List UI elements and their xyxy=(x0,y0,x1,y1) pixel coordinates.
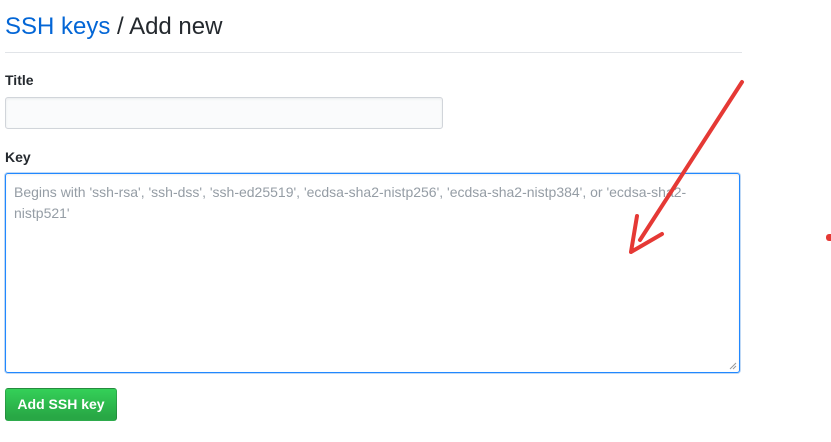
breadcrumb-current: Add new xyxy=(129,13,223,40)
title-input[interactable] xyxy=(5,97,443,129)
red-edge-mark xyxy=(826,234,831,241)
breadcrumb-separator: / xyxy=(117,13,124,40)
add-ssh-key-button[interactable]: Add SSH key xyxy=(5,388,117,421)
key-textarea[interactable]: Begins with 'ssh-rsa', 'ssh-dss', 'ssh-e… xyxy=(5,173,740,373)
breadcrumb-ssh-keys-link[interactable]: SSH keys xyxy=(5,13,110,40)
resize-grip-icon[interactable] xyxy=(729,362,737,370)
header-divider xyxy=(5,52,742,53)
title-label: Title xyxy=(5,72,34,88)
page-title: SSH keys / Add new xyxy=(5,12,222,42)
add-ssh-key-page: SSH keys / Add new Title Key Begins with… xyxy=(0,0,831,442)
key-label: Key xyxy=(5,149,31,165)
key-placeholder: Begins with 'ssh-rsa', 'ssh-dss', 'ssh-e… xyxy=(14,184,687,221)
